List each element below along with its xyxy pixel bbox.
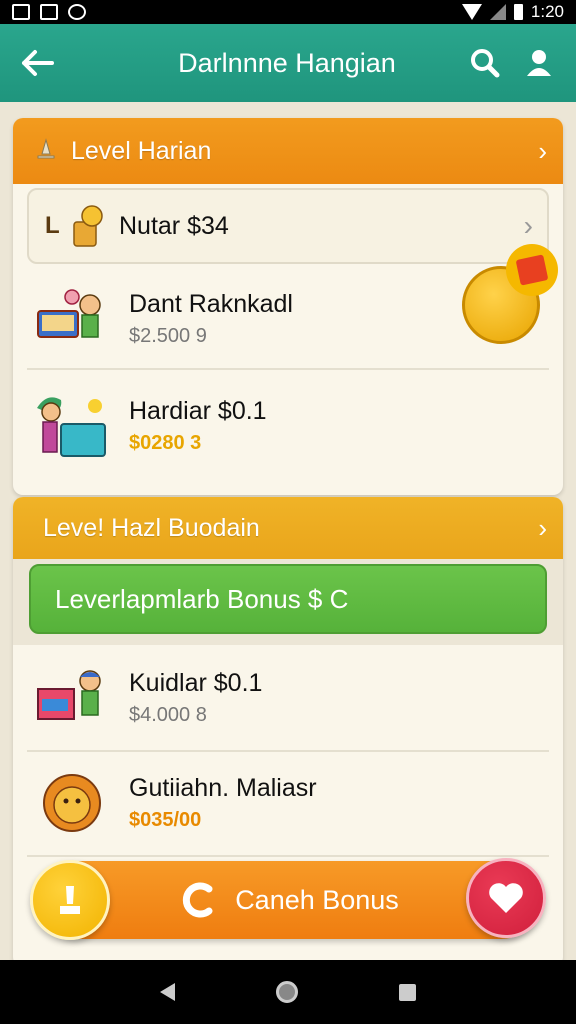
alarm-icon: [68, 4, 86, 20]
chevron-right-icon: ›: [538, 512, 547, 543]
status-bar: 1:20: [0, 0, 576, 24]
trophy-button[interactable]: [30, 860, 110, 940]
claim-bonus-button[interactable]: Caneh Bonus: [40, 861, 540, 939]
nav-home-icon[interactable]: [275, 981, 298, 1003]
section-title: Leve! Hazl Buodain: [43, 513, 260, 542]
user-icon: [527, 50, 551, 76]
wifi-icon: [461, 4, 482, 20]
status-time: 1:20: [530, 2, 564, 21]
chevron-right-icon: ›: [538, 135, 547, 166]
system-nav-bar: [0, 960, 576, 1024]
list-item[interactable]: L Nutar $34 ›: [27, 188, 549, 264]
chevron-right-icon: ›: [523, 210, 533, 241]
back-button[interactable]: [0, 24, 76, 102]
nav-back-icon[interactable]: [160, 983, 176, 1001]
item-amount: $4.000 8: [129, 704, 207, 726]
cta-label: Caneh Bonus: [235, 884, 399, 915]
item-name: Gutiiahn. Maliasr: [129, 774, 317, 802]
item-name: Kuidlar $0.1: [129, 669, 263, 697]
app-bar: Darlnnne Hangian: [0, 24, 576, 102]
level-bonus-header[interactable]: Leve! Hazl Buodain ›: [13, 497, 563, 559]
level-harian-header[interactable]: Level Harian ›: [13, 118, 563, 184]
item-amount: $0280 3: [129, 432, 202, 454]
kid-computer-icon: [37, 289, 101, 338]
trophy-icon: [60, 886, 80, 914]
item-amount: $035/00: [129, 809, 202, 831]
search-button[interactable]: [458, 24, 512, 102]
gift-kid-icon: [37, 670, 101, 720]
list-item[interactable]: Kuidlar $0.1 $4.000 8: [27, 647, 549, 749]
item-name: Hardiar $0.1: [129, 397, 267, 425]
battery-icon: [513, 4, 523, 20]
gallery-icon: [12, 4, 30, 20]
kid-box-icon: [37, 397, 106, 457]
coin-bucket-icon: [72, 205, 103, 247]
c-coin-icon: [183, 882, 213, 918]
bell-icon: [37, 138, 55, 159]
bonus-banner[interactable]: Leverlapmlarb Bonus $ C: [29, 564, 547, 634]
section-title: Level Harian: [71, 136, 212, 165]
divider: [27, 855, 549, 857]
search-icon: [471, 49, 500, 78]
list-item[interactable]: Gutiiahn. Maliasr $035/00: [27, 752, 549, 854]
nav-recents-icon[interactable]: [398, 983, 416, 1001]
profile-button[interactable]: [512, 24, 566, 102]
lion-mascot-icon: [43, 774, 101, 832]
list-item[interactable]: Hardiar $0.1 $0280 3: [27, 370, 549, 482]
signal-icon: [489, 4, 506, 20]
heart-icon: [489, 883, 523, 913]
notification-icon: [40, 4, 58, 20]
favorite-button[interactable]: [466, 858, 546, 938]
level-letter: L: [45, 212, 60, 239]
page-title: Darlnnne Hangian: [178, 47, 396, 78]
item-name: Nutar $34: [119, 211, 229, 240]
gift-badge-icon[interactable]: [506, 244, 558, 296]
arrow-left-icon: [22, 50, 54, 76]
